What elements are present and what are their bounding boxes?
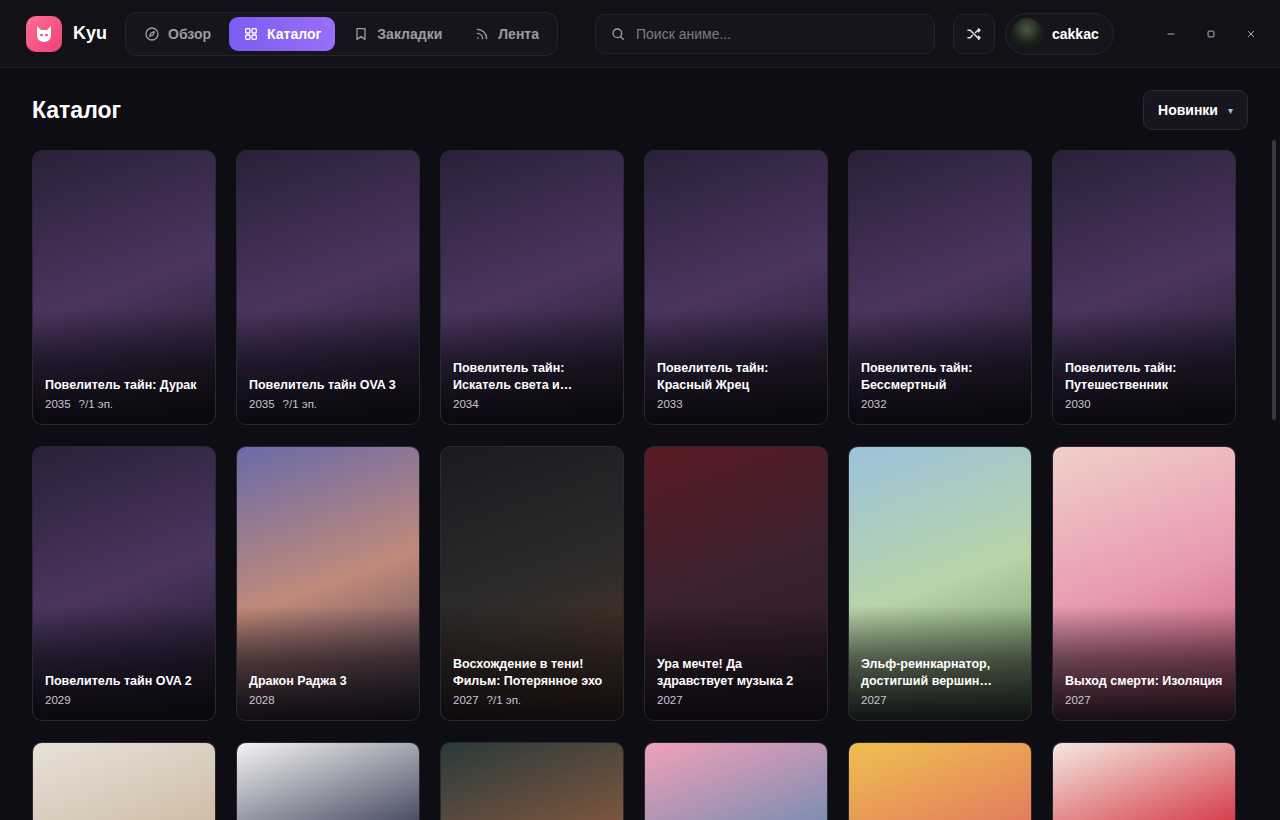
- grid-icon: [243, 26, 259, 42]
- card-year: 2033: [657, 398, 683, 413]
- card-meta: 2027: [861, 694, 1019, 709]
- anime-card[interactable]: Дракон Раджа 3 2028: [236, 446, 420, 721]
- tab-label: Обзор: [168, 26, 211, 42]
- minimize-icon: [1164, 27, 1178, 41]
- user-name: cakkac: [1052, 26, 1099, 42]
- minimize-button[interactable]: [1162, 25, 1180, 43]
- card-meta: 2033: [657, 398, 815, 413]
- shuffle-icon: [965, 25, 983, 43]
- app-logo[interactable]: Kyu: [26, 16, 107, 52]
- tab-label: Каталог: [267, 26, 321, 42]
- search-input[interactable]: [636, 26, 920, 42]
- card-meta: 2027: [657, 694, 815, 709]
- card-title: Повелитель тайн: Дурак: [45, 377, 203, 394]
- card-title: Эльф-реинкарнатор, достигший вершин…: [861, 656, 1019, 690]
- card-year: 2028: [249, 694, 275, 709]
- close-button[interactable]: [1242, 25, 1260, 43]
- dropdown-arrow: ▾: [1228, 105, 1233, 116]
- card-episodes: ?/1 эп.: [487, 694, 521, 709]
- anime-card[interactable]: Повелитель тайн: Бессмертный 2032: [848, 150, 1032, 425]
- tab-label: Закладки: [377, 26, 442, 42]
- maximize-button[interactable]: [1202, 25, 1220, 43]
- card-year: 2034: [453, 398, 479, 413]
- nav-tab[interactable]: Закладки: [339, 17, 456, 51]
- card-meta: 2035 ?/1 эп.: [45, 398, 203, 413]
- card-title: Выход смерти: Изоляция: [1065, 673, 1223, 690]
- card-title: Восхождение в тени! Фильм: Потерянное эх…: [453, 656, 611, 690]
- logo-badge: [26, 16, 62, 52]
- anime-card[interactable]: Повелитель тайн: Красный Жрец 2033: [644, 150, 828, 425]
- card-year: 2027: [657, 694, 683, 709]
- sort-label: Новинки: [1158, 102, 1218, 118]
- page-header: Каталог Новинки ▾: [32, 90, 1248, 130]
- card-year: 2029: [45, 694, 71, 709]
- anime-card[interactable]: [440, 742, 624, 820]
- anime-card[interactable]: Повелитель тайн OVA 3 2035 ?/1 эп.: [236, 150, 420, 425]
- card-title: Ура мечте! Да здравствует музыка 2: [657, 656, 815, 690]
- card-title: Дракон Раджа 3: [249, 673, 407, 690]
- random-button[interactable]: [953, 14, 995, 54]
- sort-dropdown[interactable]: Новинки ▾: [1143, 90, 1248, 130]
- card-title: Повелитель тайн: Путешественник: [1065, 360, 1223, 394]
- card-meta: 2032: [861, 398, 1019, 413]
- card-title: Повелитель тайн OVA 2: [45, 673, 203, 690]
- search-icon: [610, 26, 626, 42]
- cat-icon: [32, 22, 56, 46]
- tab-label: Лента: [498, 26, 539, 42]
- card-meta: 2028: [249, 694, 407, 709]
- window-controls: [1162, 25, 1260, 43]
- anime-card[interactable]: Повелитель тайн OVA 2 2029: [32, 446, 216, 721]
- anime-card[interactable]: Повелитель тайн: Путешественник 2030: [1052, 150, 1236, 425]
- bookmark-icon: [353, 26, 369, 42]
- user-avatar: [1011, 18, 1043, 50]
- anime-card[interactable]: Восхождение в тени! Фильм: Потерянное эх…: [440, 446, 624, 721]
- card-meta: 2034: [453, 398, 611, 413]
- nav-tab[interactable]: Каталог: [229, 17, 335, 51]
- user-profile[interactable]: cakkac: [1005, 13, 1114, 55]
- anime-card[interactable]: [848, 742, 1032, 820]
- search-field: [595, 14, 935, 54]
- nav-tabs: Обзор Каталог Закладки Лента: [125, 12, 558, 56]
- scrollbar-thumb[interactable]: [1272, 140, 1276, 420]
- card-year: 2027: [1065, 694, 1091, 709]
- card-meta: 2027 ?/1 эп.: [453, 694, 611, 709]
- anime-card[interactable]: Ура мечте! Да здравствует музыка 2 2027: [644, 446, 828, 721]
- anime-card[interactable]: [32, 742, 216, 820]
- card-title: Повелитель тайн: Искатель света и…: [453, 360, 611, 394]
- anime-card[interactable]: Повелитель тайн: Дурак 2035 ?/1 эп.: [32, 150, 216, 425]
- anime-card[interactable]: [644, 742, 828, 820]
- card-meta: 2035 ?/1 эп.: [249, 398, 407, 413]
- card-meta: 2027: [1065, 694, 1223, 709]
- nav-tab[interactable]: Лента: [460, 17, 553, 51]
- anime-card[interactable]: Повелитель тайн: Искатель света и… 2034: [440, 150, 624, 425]
- anime-card[interactable]: Выход смерти: Изоляция 2027: [1052, 446, 1236, 721]
- card-title: Повелитель тайн: Бессмертный: [861, 360, 1019, 394]
- card-year: 2027: [453, 694, 479, 709]
- page-title: Каталог: [32, 97, 121, 124]
- maximize-icon: [1204, 27, 1218, 41]
- app-name: Kyu: [73, 23, 107, 44]
- compass-icon: [144, 26, 160, 42]
- rss-icon: [474, 26, 490, 42]
- card-episodes: ?/1 эп.: [283, 398, 317, 413]
- card-episodes: ?/1 эп.: [79, 398, 113, 413]
- title-bar: Kyu Обзор Каталог Закладки Лента cakkac: [0, 0, 1280, 68]
- card-year: 2035: [249, 398, 275, 413]
- card-meta: 2030: [1065, 398, 1223, 413]
- card-year: 2035: [45, 398, 71, 413]
- close-icon: [1244, 27, 1258, 41]
- catalog-page: Каталог Новинки ▾ Повелитель тайн: Дурак 203…: [0, 68, 1280, 820]
- card-meta: 2029: [45, 694, 203, 709]
- anime-grid: Повелитель тайн: Дурак2035?/1 эп.Повелит…: [32, 150, 1248, 820]
- card-title: Повелитель тайн OVA 3: [249, 377, 407, 394]
- anime-card[interactable]: Эльф-реинкарнатор, достигший вершин… 2027: [848, 446, 1032, 721]
- card-title: Повелитель тайн: Красный Жрец: [657, 360, 815, 394]
- card-year: 2032: [861, 398, 887, 413]
- card-year: 2027: [861, 694, 887, 709]
- card-year: 2030: [1065, 398, 1091, 413]
- anime-card[interactable]: [1052, 742, 1236, 820]
- anime-card[interactable]: [236, 742, 420, 820]
- nav-tab[interactable]: Обзор: [130, 17, 225, 51]
